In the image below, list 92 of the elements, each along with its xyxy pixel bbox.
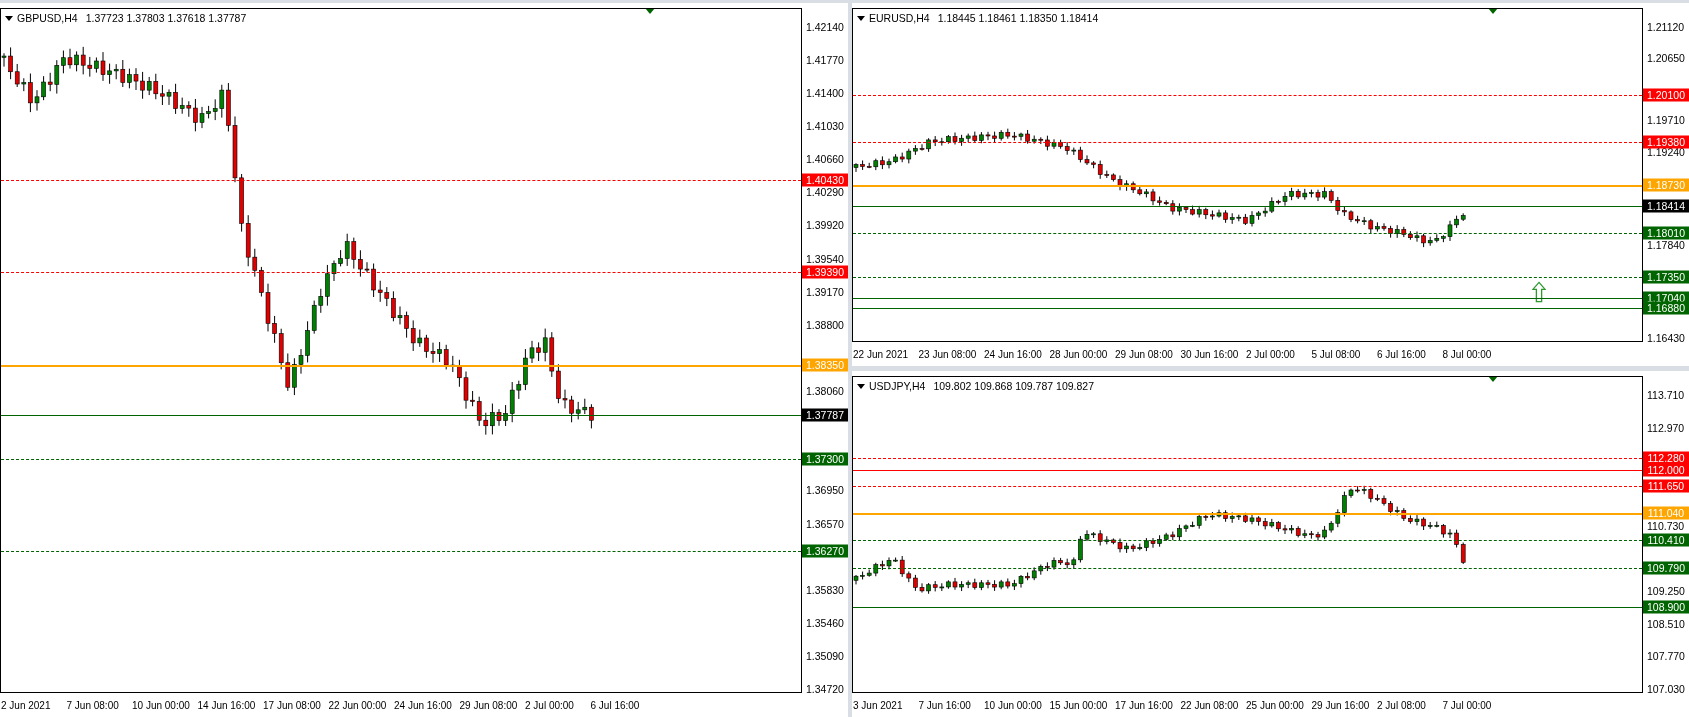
price-level-label: 1.37787 — [802, 408, 848, 422]
price-tick-label: 1.35460 — [806, 616, 844, 629]
price-tick-label: 1.34720 — [806, 683, 844, 695]
price-level-label: 111.650 — [1643, 479, 1689, 493]
chart-symbol: GBPUSD,H4 — [17, 12, 78, 24]
price-level-label: 110.410 — [1643, 533, 1689, 547]
price-tick-label: 108.510 — [1647, 617, 1685, 630]
price-level-label: 112.000 — [1643, 463, 1689, 477]
time-axis-label: 5 Jul 08:00 — [1310, 348, 1362, 360]
time-axis-label: 10 Jun 00:00 — [983, 699, 1043, 711]
dropdown-triangle-icon[interactable] — [857, 383, 865, 389]
price-tick-label: 110.730 — [1647, 520, 1685, 533]
price-tick-label: 1.19710 — [1647, 114, 1685, 127]
price-tick-label: 1.40290 — [806, 186, 844, 199]
price-tick-label: 1.36570 — [806, 517, 844, 530]
price-tick-label: 112.970 — [1647, 421, 1685, 434]
time-axis-label: 25 Jun 00:00 — [1245, 699, 1305, 711]
dropdown-triangle-icon[interactable] — [5, 15, 13, 21]
time-axis-label: 17 Jun 08:00 — [262, 699, 322, 711]
time-axis-label: 29 Jun 08:00 — [458, 699, 519, 711]
time-axis-label: 28 Jun 00:00 — [1048, 348, 1109, 360]
time-axis-label: 6 Jul 16:00 — [589, 699, 641, 711]
time-axis-label: 6 Jul 16:00 — [1376, 348, 1427, 360]
time-axis-label: 8 Jul 00:00 — [1441, 348, 1493, 360]
price-level-label: 112.280 — [1643, 451, 1689, 465]
price-tick-label: 1.39920 — [806, 219, 844, 232]
price-tick-label: 1.42140 — [806, 21, 844, 33]
time-axis-label: 22 Jun 2021 — [852, 348, 910, 360]
price-tick-label: 1.41400 — [806, 87, 844, 99]
chart-shift-marker-icon[interactable] — [1488, 9, 1499, 14]
ohlc-values: 109.802 109.868 109.787 109.827 — [933, 380, 1094, 392]
time-axis-label: 15 Jun 00:00 — [1048, 699, 1109, 711]
price-tick-label: 1.35830 — [806, 583, 844, 596]
chart-shift-marker-icon[interactable] — [1488, 377, 1499, 382]
time-axis-label: 10 Jun 00:00 — [131, 699, 191, 711]
price-level-label: 1.36270 — [802, 544, 848, 558]
price-tick-label: 1.16430 — [1647, 332, 1685, 344]
chart-symbol: EURUSD,H4 — [869, 12, 930, 24]
price-level-label: 109.790 — [1643, 561, 1689, 574]
price-level-label: 1.18010 — [1643, 226, 1689, 240]
price-tick-label: 1.40660 — [806, 153, 844, 166]
time-axis-label: 24 Jun 16:00 — [393, 699, 453, 711]
time-axis-label: 2 Jul 00:00 — [524, 699, 575, 711]
price-tick-label: 1.35090 — [806, 650, 844, 662]
price-level-label: 1.19380 — [1643, 135, 1689, 149]
time-axis-label: 7 Jun 16:00 — [917, 699, 972, 711]
chart-symbol: USDJPY,H4 — [869, 380, 926, 392]
up-arrow-icon — [1531, 281, 1546, 304]
price-level-label: 1.18730 — [1643, 178, 1689, 192]
time-axis-label: 23 Jun 08:00 — [917, 348, 978, 360]
price-tick-label: 1.41770 — [806, 54, 844, 66]
price-level-label: 1.17350 — [1643, 270, 1689, 284]
price-tick-label: 1.38060 — [806, 385, 844, 397]
price-tick-label: 1.21120 — [1647, 21, 1685, 33]
time-axis-label: 2 Jul 08:00 — [1376, 699, 1427, 711]
price-level-label: 108.900 — [1643, 600, 1689, 614]
dropdown-triangle-icon[interactable] — [857, 15, 865, 21]
price-level-label: 1.38350 — [802, 358, 848, 372]
price-tick-label: 1.39540 — [806, 252, 844, 265]
price-tick-label: 107.030 — [1647, 683, 1685, 695]
time-axis-label: 3 Jun 2021 — [852, 699, 904, 711]
time-axis-label: 7 Jun 08:00 — [65, 699, 120, 711]
price-tick-label: 1.38800 — [806, 319, 844, 331]
chart-shift-marker-icon[interactable] — [645, 9, 655, 14]
price-level-label: 111.040 — [1643, 506, 1689, 519]
time-axis-label: 22 Jun 00:00 — [327, 699, 388, 711]
price-tick-label: 107.770 — [1647, 650, 1685, 663]
price-tick-label: 1.39170 — [806, 285, 844, 298]
price-level-label: 1.37300 — [802, 452, 848, 466]
ohlc-values: 1.37723 1.37803 1.37618 1.37787 — [85, 12, 247, 24]
price-tick-label: 113.710 — [1647, 389, 1685, 401]
price-tick-label: 1.36950 — [806, 484, 844, 497]
time-axis-label: 30 Jun 16:00 — [1179, 348, 1240, 360]
price-level-label: 1.39390 — [802, 265, 848, 279]
time-axis-label: 7 Jul 00:00 — [1441, 699, 1493, 711]
price-level-label: 1.16880 — [1643, 301, 1689, 315]
price-level-label: 1.20100 — [1643, 88, 1689, 102]
price-tick-label: 1.41030 — [806, 120, 844, 133]
ohlc-values: 1.18445 1.18461 1.18350 1.18414 — [937, 12, 1099, 24]
time-axis-label: 2 Jul 00:00 — [1245, 348, 1296, 360]
time-axis-label: 29 Jun 16:00 — [1310, 699, 1371, 711]
time-axis-label: 17 Jun 16:00 — [1114, 699, 1174, 711]
price-level-label: 1.40430 — [802, 173, 848, 187]
time-axis-label: 29 Jun 08:00 — [1114, 348, 1174, 360]
price-tick-label: 1.20650 — [1647, 52, 1685, 65]
price-tick-label: 109.250 — [1647, 585, 1685, 598]
time-axis-label: 22 Jun 08:00 — [1179, 699, 1240, 711]
price-tick-label: 1.17840 — [1647, 238, 1685, 251]
time-axis-label: 2 Jun 2021 — [0, 699, 52, 711]
time-axis-label: 24 Jun 16:00 — [983, 348, 1043, 360]
time-axis-label: 14 Jun 16:00 — [196, 699, 257, 711]
price-level-label: 1.18414 — [1643, 199, 1689, 213]
